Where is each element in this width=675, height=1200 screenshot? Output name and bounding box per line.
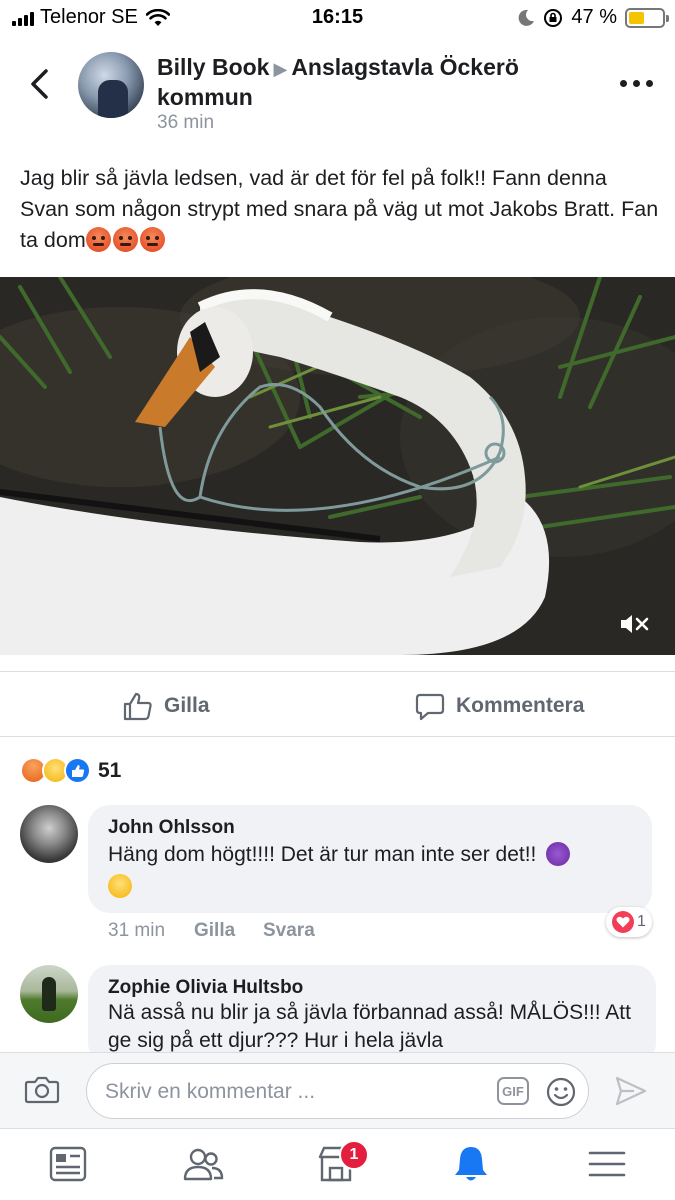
comment-time: 31 min <box>108 920 166 941</box>
battery-fill <box>629 11 645 24</box>
swan-photo-illustration <box>0 277 675 655</box>
thumbs-up-icon <box>123 692 152 721</box>
author-name[interactable]: Billy Book <box>157 54 269 80</box>
tab-bar <box>0 1128 675 1200</box>
commenter-name[interactable]: John Ohlsson <box>108 817 632 839</box>
battery-percent: 47 % <box>571 6 617 28</box>
comment-bubble: Zophie Olivia Hultsbo Nä asså nu blir ja… <box>88 965 656 1065</box>
crying-face-emoji <box>108 874 132 898</box>
comment-text: Häng dom högt!!!! Det är tur man inte se… <box>108 839 632 903</box>
send-icon[interactable] <box>614 1075 648 1107</box>
comment-composer: GIF <box>0 1052 675 1128</box>
angry-face-emoji <box>139 227 165 252</box>
comment-reaction-badge[interactable]: 1 <box>606 907 652 937</box>
commenter-avatar[interactable] <box>20 965 78 1023</box>
comment-icon <box>415 693 445 721</box>
post-photo[interactable] <box>0 277 675 655</box>
status-right: 47 % <box>517 6 669 29</box>
comment-text: Nä asså nu blir ja så jävla förbannad as… <box>108 1001 631 1052</box>
divider <box>0 671 675 672</box>
battery-icon <box>625 7 669 28</box>
marketplace-badge: 1 <box>339 1140 369 1170</box>
divider <box>0 736 675 737</box>
smiling-imp-emoji <box>546 842 571 866</box>
post-timestamp[interactable]: 36 min <box>157 112 214 134</box>
back-icon[interactable] <box>28 68 52 100</box>
status-bar: Telenor SE 16:15 47 % <box>0 0 675 36</box>
gif-button[interactable]: GIF <box>497 1077 529 1105</box>
notifications-bell-icon[interactable] <box>450 1143 492 1185</box>
reaction-count: 51 <box>98 758 122 782</box>
heart-icon <box>612 911 635 933</box>
comment-text-line: Häng dom högt!!!! Det är tur man inte se… <box>108 843 537 866</box>
post-header-title[interactable]: Billy Book ▶ Anslagstavla Öckerö kommun <box>157 53 587 111</box>
comment-label: Kommentera <box>456 694 585 717</box>
friends-icon[interactable] <box>182 1143 224 1185</box>
menu-icon[interactable] <box>586 1143 628 1185</box>
commenter-name[interactable]: Zophie Olivia Hultsbo <box>108 977 636 999</box>
post-body: Jag blir så jävla ledsen, vad är det för… <box>20 163 660 256</box>
comment-input-container[interactable]: GIF <box>86 1063 589 1119</box>
mute-icon[interactable] <box>619 612 651 636</box>
commenter-avatar[interactable] <box>20 805 78 863</box>
comment-button[interactable]: Kommentera <box>414 688 584 724</box>
camera-icon[interactable] <box>24 1073 60 1105</box>
moon-icon <box>519 9 535 26</box>
comment-like-link[interactable]: Gilla <box>194 920 235 942</box>
comment-bubble: John Ohlsson Häng dom högt!!!! Det är tu… <box>88 805 652 913</box>
like-reaction-icon <box>64 757 91 784</box>
news-feed-icon[interactable] <box>47 1143 89 1185</box>
emoji-icon[interactable] <box>545 1076 577 1108</box>
reactions-summary[interactable]: 51 <box>20 757 121 784</box>
more-options-icon[interactable] <box>620 80 653 87</box>
comment-reaction-count: 1 <box>637 913 646 930</box>
comment-input[interactable] <box>105 1074 485 1110</box>
like-button[interactable]: Gilla <box>122 688 210 724</box>
comment-reply-link[interactable]: Svara <box>263 920 315 942</box>
rotation-lock-icon <box>544 8 563 27</box>
like-label: Gilla <box>164 694 210 717</box>
arrow-right-icon: ▶ <box>273 59 288 79</box>
angry-face-emoji <box>85 227 111 252</box>
angry-face-emoji <box>112 227 138 252</box>
author-avatar[interactable] <box>78 52 144 118</box>
